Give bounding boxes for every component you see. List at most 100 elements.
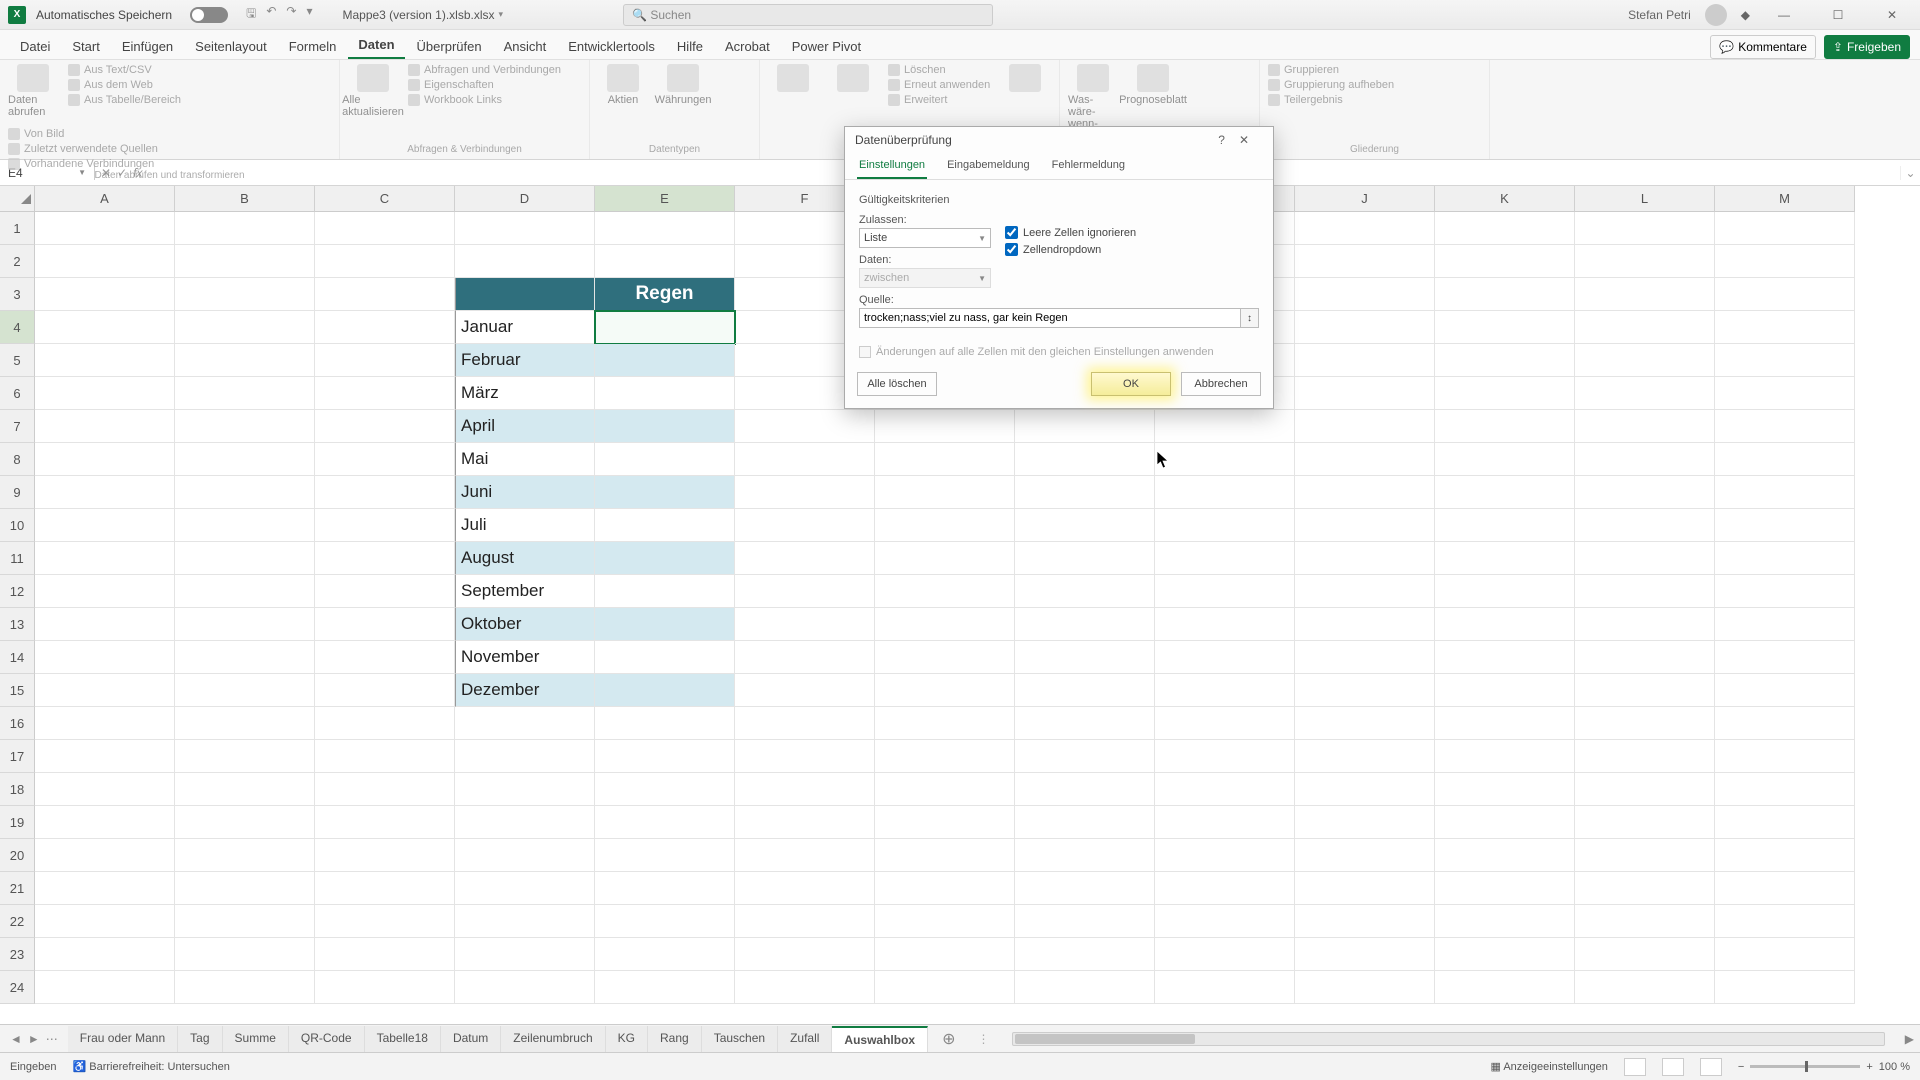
cell-G22[interactable] <box>875 905 1015 938</box>
properties[interactable]: Eigenschaften <box>408 79 561 91</box>
cell-C19[interactable] <box>315 806 455 839</box>
user-avatar-icon[interactable] <box>1705 4 1727 26</box>
cell-K6[interactable] <box>1435 377 1575 410</box>
cell-J16[interactable] <box>1295 707 1435 740</box>
cell-L9[interactable] <box>1575 476 1715 509</box>
cell-L5[interactable] <box>1575 344 1715 377</box>
row-header-12[interactable]: 12 <box>0 575 35 608</box>
tab-hilfe[interactable]: Hilfe <box>667 34 713 59</box>
cell-M8[interactable] <box>1715 443 1855 476</box>
cell-B20[interactable] <box>175 839 315 872</box>
cell-B3[interactable] <box>175 278 315 311</box>
redo-icon[interactable]: ↷ <box>286 4 296 25</box>
cell-J12[interactable] <box>1295 575 1435 608</box>
ignore-blank-checkbox[interactable]: Leere Zellen ignorieren <box>1005 226 1136 239</box>
cell-M14[interactable] <box>1715 641 1855 674</box>
cell-D5[interactable]: Februar <box>455 344 595 377</box>
cell-G24[interactable] <box>875 971 1015 1004</box>
cell-J17[interactable] <box>1295 740 1435 773</box>
cell-D19[interactable] <box>455 806 595 839</box>
cell-G15[interactable] <box>875 674 1015 707</box>
cell-B22[interactable] <box>175 905 315 938</box>
stocks-button[interactable]: Aktien <box>598 64 648 106</box>
help-icon[interactable]: ? <box>1218 133 1225 147</box>
cell-D15[interactable]: Dezember <box>455 674 595 707</box>
cell-C15[interactable] <box>315 674 455 707</box>
sheet-tab[interactable]: Tabelle18 <box>365 1026 441 1052</box>
page-layout-view-icon[interactable] <box>1662 1058 1684 1076</box>
cell-C5[interactable] <box>315 344 455 377</box>
cell-G7[interactable] <box>875 410 1015 443</box>
row-header-22[interactable]: 22 <box>0 905 35 938</box>
cell-C2[interactable] <box>315 245 455 278</box>
cell-I21[interactable] <box>1155 872 1295 905</box>
cell-E11[interactable] <box>595 542 735 575</box>
cell-H17[interactable] <box>1015 740 1155 773</box>
cell-F20[interactable] <box>735 839 875 872</box>
cell-A19[interactable] <box>35 806 175 839</box>
cell-E7[interactable] <box>595 410 735 443</box>
cell-K22[interactable] <box>1435 905 1575 938</box>
maximize-icon[interactable]: ☐ <box>1818 8 1858 22</box>
cell-C1[interactable] <box>315 212 455 245</box>
cell-A24[interactable] <box>35 971 175 1004</box>
cell-A8[interactable] <box>35 443 175 476</box>
cell-H8[interactable] <box>1015 443 1155 476</box>
cell-E20[interactable] <box>595 839 735 872</box>
tab-datei[interactable]: Datei <box>10 34 60 59</box>
tab-entwicklertools[interactable]: Entwicklertools <box>558 34 665 59</box>
cell-J18[interactable] <box>1295 773 1435 806</box>
cell-K20[interactable] <box>1435 839 1575 872</box>
clear-filter[interactable]: Löschen <box>888 64 990 76</box>
tab-formeln[interactable]: Formeln <box>279 34 347 59</box>
cell-D24[interactable] <box>455 971 595 1004</box>
cell-F24[interactable] <box>735 971 875 1004</box>
cell-L8[interactable] <box>1575 443 1715 476</box>
cell-J24[interactable] <box>1295 971 1435 1004</box>
close-window-icon[interactable]: ✕ <box>1872 8 1912 22</box>
tab-acrobat[interactable]: Acrobat <box>715 34 780 59</box>
cell-K9[interactable] <box>1435 476 1575 509</box>
cell-E19[interactable] <box>595 806 735 839</box>
cell-M18[interactable] <box>1715 773 1855 806</box>
normal-view-icon[interactable] <box>1624 1058 1646 1076</box>
cell-M9[interactable] <box>1715 476 1855 509</box>
cell-D20[interactable] <box>455 839 595 872</box>
col-header-M[interactable]: M <box>1715 186 1855 212</box>
page-break-view-icon[interactable] <box>1700 1058 1722 1076</box>
cell-M15[interactable] <box>1715 674 1855 707</box>
cell-M4[interactable] <box>1715 311 1855 344</box>
cell-K7[interactable] <box>1435 410 1575 443</box>
text-to-cols[interactable] <box>1000 64 1050 92</box>
cell-G19[interactable] <box>875 806 1015 839</box>
cell-B23[interactable] <box>175 938 315 971</box>
cell-I17[interactable] <box>1155 740 1295 773</box>
cell-J14[interactable] <box>1295 641 1435 674</box>
cell-M2[interactable] <box>1715 245 1855 278</box>
cell-J11[interactable] <box>1295 542 1435 575</box>
cell-L6[interactable] <box>1575 377 1715 410</box>
cell-H16[interactable] <box>1015 707 1155 740</box>
cell-M24[interactable] <box>1715 971 1855 1004</box>
cell-L18[interactable] <box>1575 773 1715 806</box>
sheet-tab[interactable]: Zeilenumbruch <box>501 1026 605 1052</box>
row-header-21[interactable]: 21 <box>0 872 35 905</box>
sheet-next-icon[interactable]: ► <box>28 1032 40 1046</box>
cell-C12[interactable] <box>315 575 455 608</box>
cell-A7[interactable] <box>35 410 175 443</box>
cell-J10[interactable] <box>1295 509 1435 542</box>
cell-B1[interactable] <box>175 212 315 245</box>
cell-A3[interactable] <box>35 278 175 311</box>
col-header-E[interactable]: E <box>595 186 735 212</box>
cell-H13[interactable] <box>1015 608 1155 641</box>
cell-E16[interactable] <box>595 707 735 740</box>
cell-H9[interactable] <box>1015 476 1155 509</box>
cell-B2[interactable] <box>175 245 315 278</box>
user-name[interactable]: Stefan Petri <box>1628 8 1691 22</box>
ungroup-button[interactable]: Gruppierung aufheben <box>1268 79 1394 91</box>
cell-J15[interactable] <box>1295 674 1435 707</box>
cell-F19[interactable] <box>735 806 875 839</box>
cell-I20[interactable] <box>1155 839 1295 872</box>
cell-H12[interactable] <box>1015 575 1155 608</box>
cell-L22[interactable] <box>1575 905 1715 938</box>
